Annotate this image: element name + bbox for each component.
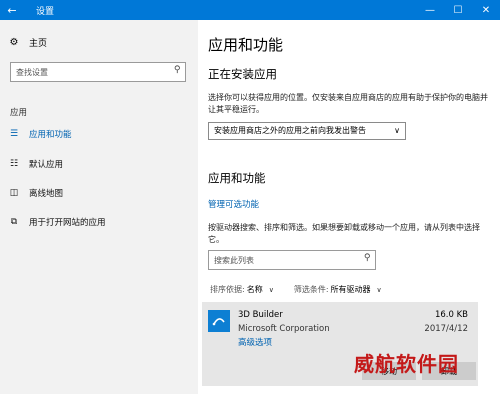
filter-value: 所有驱动器: [330, 285, 371, 294]
minimize-icon: —: [425, 4, 435, 16]
offline-maps-icon: ◫: [9, 188, 19, 198]
websites-icon: ⧉: [10, 217, 18, 227]
sidebar-item-offline-maps[interactable]: ◫ 离线地图: [8, 187, 63, 199]
install-heading: 正在安装应用: [208, 67, 277, 81]
sidebar-item-default-apps[interactable]: ☷ 默认应用: [8, 158, 63, 170]
install-source-value: 安装应用商店之外的应用之前向我发出警告: [214, 126, 366, 135]
maximize-button[interactable]: ☐: [444, 0, 472, 20]
filter-label: 筛选条件:: [293, 285, 329, 294]
title-bar: ← 设置 — ☐ ✕: [0, 0, 500, 20]
app-size: 16.0 KB: [434, 310, 468, 320]
close-button[interactable]: ✕: [472, 0, 500, 20]
advanced-options-link[interactable]: 高级选项: [238, 336, 272, 348]
window-title: 设置: [36, 7, 55, 17]
settings-search-box[interactable]: ⚲: [10, 62, 186, 82]
sort-dropdown[interactable]: 排序依据: 名称 ∨: [210, 284, 274, 295]
close-icon: ✕: [481, 4, 491, 16]
page-title: 应用和功能: [208, 36, 284, 54]
chevron-down-icon: ∨: [268, 285, 274, 294]
sidebar-item-websites[interactable]: ⧉ 用于打开网站的应用: [8, 216, 106, 228]
minimize-button[interactable]: —: [416, 0, 444, 20]
install-description: 选择你可以获得应用的位置。仅安装来自应用商店的应用有助于保护你的电脑并让其平稳运…: [208, 93, 488, 114]
sidebar-item-label: 离线地图: [29, 189, 64, 199]
app-install-date: 2017/4/12: [424, 324, 468, 334]
back-arrow-icon: ←: [7, 3, 17, 17]
maximize-icon: ☐: [453, 4, 463, 16]
install-source-dropdown[interactable]: 安装应用商店之外的应用之前向我发出警告 ∨: [208, 122, 406, 140]
app-publisher: Microsoft Corporation: [238, 324, 330, 334]
gear-icon: ⚙: [9, 37, 19, 48]
sidebar-home-label: 主页: [29, 39, 48, 49]
app-name: 3D Builder: [238, 310, 283, 320]
sort-label: 排序依据:: [210, 285, 245, 294]
filter-dropdown[interactable]: 筛选条件: 所有驱动器 ∨: [294, 284, 382, 295]
sidebar: ⚙ 主页 ⚲ 应用 ☰ 应用和功能 ☷ 默认应用 ◫ 离线地图 ⧉ 用于打开网站…: [0, 20, 198, 394]
sort-filter-bar: 排序依据: 名称 ∨ 筛选条件: 所有驱动器 ∨: [210, 284, 402, 295]
app-list-search-input[interactable]: [209, 251, 354, 269]
sidebar-item-label: 用于打开网站的应用: [29, 218, 106, 228]
apps-features-icon: ☰: [9, 129, 19, 139]
sidebar-section-label: 应用: [10, 108, 28, 118]
watermark-logo: 威航软件园: [354, 352, 459, 376]
manage-optional-features-link[interactable]: 管理可选功能: [208, 198, 259, 210]
app-list-search-box[interactable]: ⚲: [208, 250, 376, 270]
search-icon[interactable]: ⚲: [364, 253, 371, 263]
back-button[interactable]: ←: [0, 0, 24, 20]
sidebar-item-apps-features[interactable]: ☰ 应用和功能: [8, 128, 72, 140]
apps-description: 按驱动器搜索、排序和筛选。如果想要卸载或移动一个应用，请从列表中选择它。: [208, 223, 480, 244]
chevron-down-icon: ∨: [394, 126, 400, 135]
default-apps-icon: ☷: [9, 159, 19, 169]
sidebar-item-label: 应用和功能: [29, 130, 72, 140]
sort-value: 名称: [246, 285, 263, 294]
apps-heading: 应用和功能: [208, 171, 266, 185]
sidebar-item-label: 默认应用: [29, 160, 64, 170]
chevron-down-icon: ∨: [376, 285, 382, 294]
settings-search-input[interactable]: [11, 63, 161, 81]
search-icon[interactable]: ⚲: [174, 65, 181, 75]
3d-builder-app-icon: [208, 310, 230, 332]
sidebar-item-home[interactable]: ⚙ 主页: [8, 36, 48, 49]
main-content: 应用和功能 正在安装应用 选择你可以获得应用的位置。仅安装来自应用商店的应用有助…: [198, 20, 500, 394]
